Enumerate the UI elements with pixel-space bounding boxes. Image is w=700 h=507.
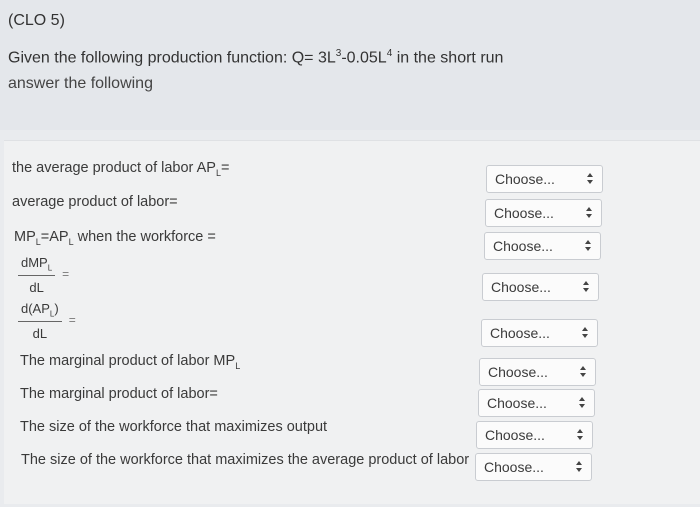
up-down-chevron-icon: [580, 366, 587, 378]
prompt-derivative-ap: d(APL) dL =: [18, 301, 76, 341]
prompt-marginal-product-mp: The marginal product of labor MPL: [20, 353, 241, 371]
prompt-average-product-ap: the average product of labor APL=: [12, 160, 230, 178]
prompt-marginal-product-value: The marginal product of labor=: [20, 386, 218, 402]
select-workforce-max-output[interactable]: Choose...: [476, 421, 593, 449]
instruction-text: answer the following: [8, 75, 153, 92]
up-down-chevron-icon: [587, 173, 594, 185]
up-down-chevron-icon: [579, 397, 586, 409]
select-mp-equals-ap[interactable]: Choose...: [484, 232, 601, 260]
question-header: (CLO 5) Given the following production f…: [0, 0, 700, 130]
up-down-chevron-icon: [577, 429, 584, 441]
select-derivative-ap[interactable]: Choose...: [481, 319, 598, 347]
up-down-chevron-icon: [582, 327, 589, 339]
prompt-average-product-value: average product of labor=: [12, 194, 178, 210]
prompt-mp-equals-ap: MPL=APL when the workforce =: [14, 229, 216, 247]
select-average-product-ap[interactable]: Choose...: [486, 165, 603, 193]
up-down-chevron-icon: [585, 240, 592, 252]
select-average-product-value[interactable]: Choose...: [485, 199, 602, 227]
clo-tag: (CLO 5): [8, 12, 65, 29]
up-down-chevron-icon: [583, 281, 590, 293]
select-workforce-max-ap[interactable]: Choose...: [475, 453, 592, 481]
prompt-workforce-max-output: The size of the workforce that maximizes…: [20, 419, 328, 435]
up-down-chevron-icon: [576, 461, 583, 473]
production-function-statement: Given the following production function:…: [8, 48, 504, 67]
prompt-derivative-mp: dMPL dL =: [18, 255, 69, 295]
prompt-workforce-max-ap: The size of the workforce that maximizes…: [21, 452, 470, 468]
answer-panel: the average product of labor APL= Choose…: [4, 140, 700, 504]
select-marginal-product-mp[interactable]: Choose...: [479, 358, 596, 386]
select-derivative-mp[interactable]: Choose...: [482, 273, 599, 301]
up-down-chevron-icon: [586, 207, 593, 219]
select-marginal-product-value[interactable]: Choose...: [478, 389, 595, 417]
